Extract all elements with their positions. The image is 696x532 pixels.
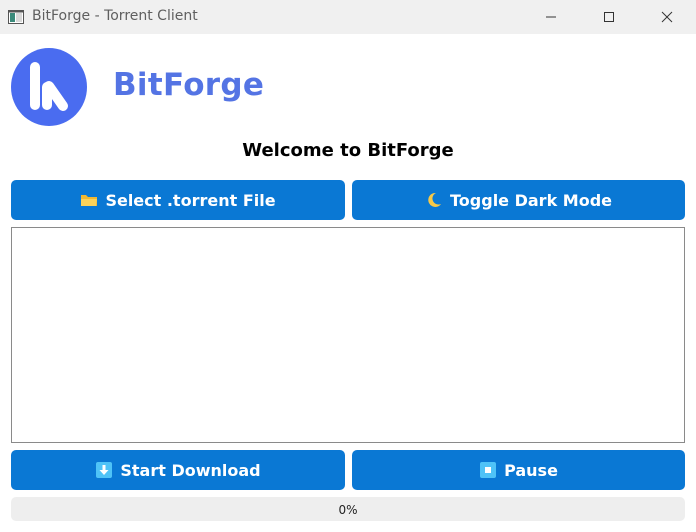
toggle-dark-mode-label: Toggle Dark Mode xyxy=(450,190,612,210)
toggle-dark-mode-button[interactable]: Toggle Dark Mode xyxy=(352,180,685,220)
close-button[interactable] xyxy=(638,0,696,34)
select-torrent-button[interactable]: Select .torrent File xyxy=(11,180,345,220)
bitforge-logo-icon xyxy=(11,48,87,126)
window-title: BitForge - Torrent Client xyxy=(32,8,198,24)
select-torrent-label: Select .torrent File xyxy=(105,190,276,210)
maximize-button[interactable] xyxy=(580,0,638,34)
progress-label: 0% xyxy=(338,503,358,517)
download-arrow-icon xyxy=(95,462,113,478)
title-bar: BitForge - Torrent Client xyxy=(0,0,696,34)
start-download-button[interactable]: Start Download xyxy=(11,450,345,490)
minimize-button[interactable] xyxy=(522,0,580,34)
minimize-icon xyxy=(545,8,557,27)
moon-icon xyxy=(425,192,443,208)
welcome-heading: Welcome to BitForge xyxy=(242,140,454,161)
maximize-icon xyxy=(603,8,615,27)
start-download-label: Start Download xyxy=(120,460,261,480)
close-icon xyxy=(661,8,673,27)
folder-icon xyxy=(80,192,98,208)
stop-icon xyxy=(479,462,497,478)
download-progress-bar: 0% xyxy=(11,497,685,521)
log-output-area[interactable] xyxy=(11,227,685,443)
app-window: BitForge - Torrent Client BitForge Welco… xyxy=(0,0,696,532)
pause-button[interactable]: Pause xyxy=(352,450,685,490)
pause-label: Pause xyxy=(504,460,558,480)
app-icon xyxy=(8,9,24,24)
brand-title: BitForge xyxy=(113,67,265,103)
